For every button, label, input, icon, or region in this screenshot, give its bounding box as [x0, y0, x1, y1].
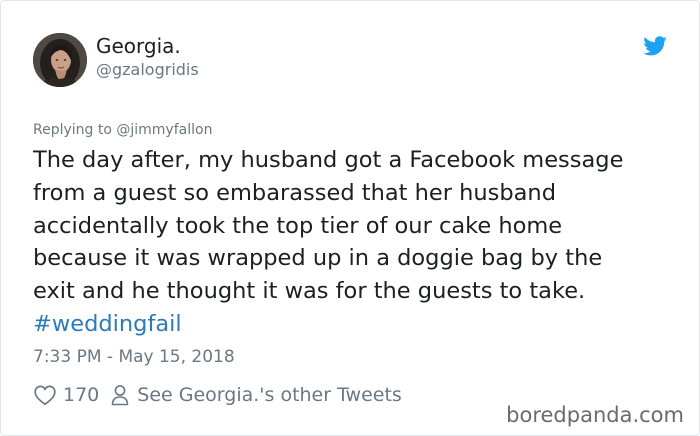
- author-handle[interactable]: @gzalogridis: [96, 60, 199, 80]
- other-tweets-link[interactable]: See Georgia.'s other Tweets: [111, 384, 402, 406]
- tweet-timestamp[interactable]: 7:33 PM - May 15, 2018: [33, 346, 235, 368]
- heart-icon: [34, 385, 56, 406]
- tweet-text-line: The day after, my husband got a Facebook…: [33, 147, 624, 173]
- like-button[interactable]: 170: [33, 383, 111, 407]
- tweet-text-line: because it was wrapped up in a doggie ba…: [33, 245, 603, 272]
- other-tweets-label: See Georgia.'s other Tweets: [137, 384, 402, 406]
- author-display-name[interactable]: Georgia.: [96, 34, 181, 58]
- avatar-photo: [33, 33, 87, 87]
- tweet-actions: 170 See Georgia.'s other Tweets: [33, 381, 402, 409]
- tweet-text-line: from a guest so embarassed that her husb…: [33, 179, 556, 206]
- replying-to[interactable]: Replying to @jimmyfallon: [33, 121, 212, 139]
- tweet-text-line: accidentally took the top tier of our ca…: [33, 212, 563, 239]
- tweet-text: The day after, my husband got a Facebook…: [33, 144, 683, 341]
- hashtag-link[interactable]: #weddingfail: [33, 308, 683, 341]
- tweet-text-line: exit and he thought it was for the guest…: [33, 278, 586, 305]
- twitter-bird-glyph: [643, 36, 668, 56]
- boredpanda-watermark: boredpanda.com: [506, 403, 684, 427]
- like-count: 170: [63, 384, 100, 406]
- person-icon: [111, 385, 129, 406]
- twitter-bird-icon[interactable]: [642, 34, 669, 58]
- tweet-card: Georgia. @gzalogridis Replying to @jimmy…: [0, 0, 700, 436]
- avatar[interactable]: [33, 33, 87, 87]
